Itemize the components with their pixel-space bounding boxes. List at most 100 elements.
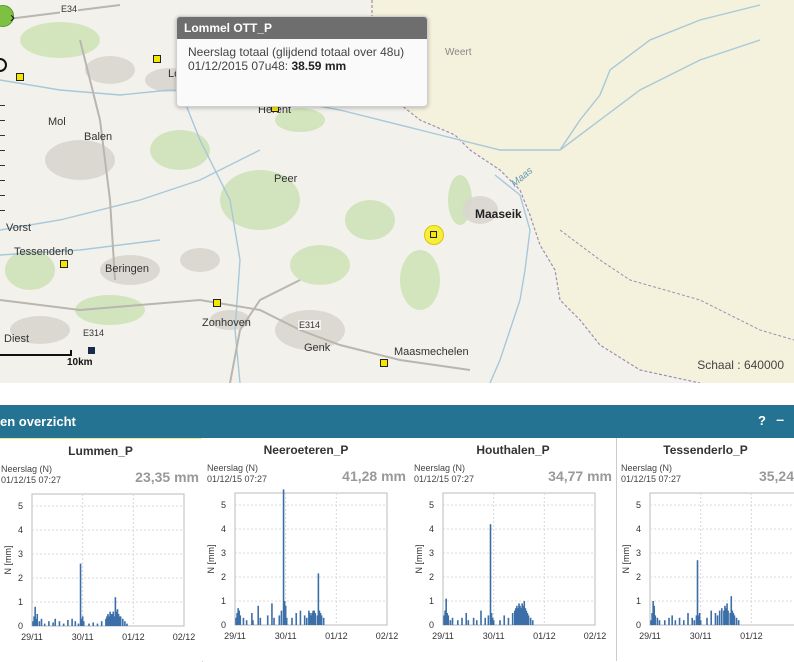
precip-bar bbox=[678, 617, 681, 625]
precip-bar bbox=[303, 615, 306, 625]
precip-bar bbox=[280, 610, 283, 625]
zoom-slider[interactable] bbox=[0, 105, 6, 225]
precip-bar bbox=[295, 613, 298, 625]
precip-bar bbox=[291, 617, 293, 625]
scale-bar bbox=[0, 350, 72, 356]
y-axis-label: N [mm] bbox=[3, 546, 13, 575]
y-tick-label: 3 bbox=[221, 548, 226, 558]
precip-bar bbox=[503, 615, 506, 625]
precip-bar bbox=[43, 623, 46, 626]
panel-title: en overzicht bbox=[0, 414, 76, 429]
overview-panel-header: en overzicht ? – bbox=[0, 405, 794, 438]
y-tick-label: 5 bbox=[18, 501, 23, 511]
x-tick-label: 30/11 bbox=[275, 631, 297, 641]
place-label-genk: Genk bbox=[304, 342, 331, 354]
map-view[interactable]: LommNeerpeltHerentMolBalenPeerMaaseikWee… bbox=[0, 0, 794, 383]
precip-bar bbox=[475, 620, 478, 625]
plot-frame bbox=[234, 492, 388, 626]
x-tick-label: 02/12 bbox=[584, 631, 607, 641]
y-tick-label: 3 bbox=[18, 549, 23, 559]
precip-bar bbox=[691, 617, 694, 625]
precip-bar bbox=[737, 620, 740, 625]
minimize-button[interactable]: – bbox=[776, 411, 784, 427]
station-card-lummen[interactable]: Lummen_P Neerslag (N) 01/12/15 07:27 23,3… bbox=[0, 438, 203, 662]
precip-bar bbox=[322, 617, 325, 625]
precip-bar bbox=[489, 524, 492, 625]
precipitation-chart: 0 1 2 3 4 5 29/11 30/11 01/12 02/12 N [mm] bbox=[3, 493, 195, 642]
y-tick-label: 2 bbox=[429, 572, 434, 582]
station-lommel[interactable] bbox=[153, 55, 161, 63]
scale-bar-label: 10km bbox=[67, 357, 93, 368]
precip-bar bbox=[735, 617, 738, 625]
precip-bar bbox=[465, 613, 468, 625]
precip-bar bbox=[682, 620, 685, 625]
precip-bar bbox=[716, 615, 719, 625]
precip-bar bbox=[527, 615, 530, 625]
map-control-square[interactable] bbox=[88, 347, 95, 354]
precip-bar bbox=[239, 615, 242, 625]
chevron-right-icon[interactable]: › bbox=[10, 9, 15, 26]
y-tick-label: 5 bbox=[636, 500, 641, 510]
precip-bar bbox=[266, 615, 269, 625]
precipitation-chart: 0 1 2 3 4 5 29/11 30/11 01/12 02/12 N [mm] bbox=[206, 489, 398, 641]
place-label-tessenderlo: Tessenderlo bbox=[14, 246, 74, 258]
precip-bar bbox=[696, 560, 699, 625]
place-label-maaseik: Maaseik bbox=[475, 207, 522, 221]
precip-bar bbox=[658, 620, 661, 625]
precip-bar bbox=[687, 613, 689, 625]
precip-bar bbox=[74, 621, 77, 626]
station-card-neeroeteren[interactable]: Neeroeteren_P Neerslag (N) 01/12/15 07:27… bbox=[202, 438, 411, 661]
precip-bar bbox=[674, 620, 677, 625]
precip-bar bbox=[529, 617, 532, 625]
precip-bar bbox=[451, 617, 454, 625]
precip-bar bbox=[92, 622, 95, 626]
help-button[interactable]: ? bbox=[758, 413, 766, 428]
precip-bar bbox=[88, 623, 90, 626]
precip-bar bbox=[96, 623, 99, 626]
y-tick-label: 2 bbox=[636, 572, 641, 582]
precip-bar bbox=[671, 615, 673, 625]
station-selected-neeroeteren[interactable] bbox=[424, 225, 444, 245]
y-tick-label: 3 bbox=[636, 548, 641, 558]
precip-bar bbox=[456, 620, 459, 625]
precipitation-chart: 0 1 2 3 4 5 29/11 30/11 01/12 N [mm] bbox=[621, 492, 794, 641]
precip-bar bbox=[36, 614, 39, 626]
place-label-beringen: Beringen bbox=[105, 263, 150, 275]
y-tick-label: 5 bbox=[221, 500, 226, 510]
tooltip-value: 38.59 mm bbox=[291, 59, 347, 73]
precip-bar bbox=[467, 620, 470, 625]
precip-bar bbox=[54, 618, 57, 626]
y-axis-label: N [mm] bbox=[621, 545, 631, 574]
station-card-houthalen[interactable]: Houthalen_P Neerslag (N) 01/12/15 07:27 3… bbox=[410, 438, 617, 661]
precip-bar bbox=[82, 621, 85, 626]
place-label-balen: Balen bbox=[84, 131, 113, 143]
precip-bar bbox=[492, 620, 495, 625]
y-tick-label: 4 bbox=[429, 524, 434, 534]
x-tick-label: 30/11 bbox=[483, 631, 505, 641]
precip-bar bbox=[699, 620, 702, 625]
precip-bar bbox=[58, 621, 61, 626]
precip-bar bbox=[52, 622, 54, 626]
precip-bar bbox=[119, 616, 122, 626]
precip-bar bbox=[242, 617, 245, 625]
precip-bar bbox=[654, 615, 657, 625]
station-card-tessenderlo[interactable]: Tessenderlo_P Neerslag (N) 01/12/15 07:27… bbox=[617, 438, 794, 661]
precip-bar bbox=[273, 617, 275, 625]
place-label-diest: Diest bbox=[4, 333, 30, 345]
x-tick-label: 01/12 bbox=[740, 631, 763, 641]
precip-bar bbox=[663, 620, 666, 625]
precip-bar bbox=[314, 613, 317, 625]
place-label-weert: Weert bbox=[445, 47, 472, 58]
station-mol[interactable] bbox=[16, 73, 24, 81]
precip-bar bbox=[121, 618, 124, 626]
precip-bar bbox=[531, 620, 534, 625]
y-tick-label: 4 bbox=[18, 525, 23, 535]
station-tessenderlo[interactable] bbox=[60, 260, 68, 268]
precip-bar bbox=[100, 621, 103, 626]
station-selected-marker bbox=[430, 231, 437, 238]
station-zonhoven[interactable] bbox=[213, 299, 221, 307]
y-tick-label: 0 bbox=[636, 620, 641, 630]
precip-bar bbox=[124, 621, 126, 626]
y-tick-label: 0 bbox=[18, 621, 23, 631]
station-maasmechelen[interactable] bbox=[380, 359, 388, 367]
